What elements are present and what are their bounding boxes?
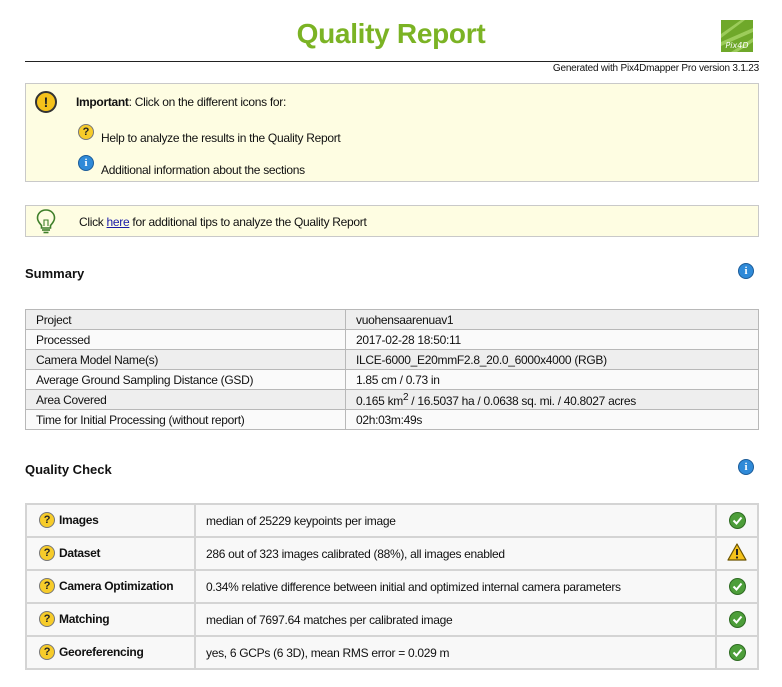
table-row: Processed 2017-02-28 18:50:11 [25,329,759,350]
table-row: Average Ground Sampling Distance (GSD) 1… [25,369,759,390]
area-km: 0.165 km [356,393,403,408]
help-line: Help to analyze the results in the Quali… [101,131,341,145]
table-row: ? Camera Optimization 0.34% relative diff… [25,569,759,604]
summary-value: vuohensaarenuav1 [345,309,759,330]
quality-text: median of 25229 keypoints per image [194,503,717,538]
table-row: Time for Initial Processing (without rep… [25,409,759,430]
summary-key: Camera Model Name(s) [25,349,346,370]
info-line: Additional information about the section… [101,163,305,177]
table-row: ? Dataset 286 out of 323 images calibrate… [25,536,759,571]
summary-table: Project vuohensaarenuav1 Processed 2017-… [25,309,759,430]
important-text: Important: Click on the different icons … [76,95,286,109]
summary-value: 1.85 cm / 0.73 in [345,369,759,390]
table-row: Project vuohensaarenuav1 [25,309,759,330]
table-row: Area Covered 0.165 km2 / 16.5037 ha / 0.… [25,389,759,410]
help-icon[interactable]: ? [39,610,55,627]
tip-prefix: Click [79,215,107,229]
quality-check-title: Quality Check [25,462,112,477]
report-title: Quality Report [296,18,486,49]
lightbulb-icon [36,209,56,237]
important-box: ! Important: Click on the different icon… [25,83,759,182]
tip-box: Click here for additional tips to analyz… [25,205,759,237]
help-icon[interactable]: ? [39,577,55,594]
help-icon[interactable]: ? [78,124,94,140]
generated-note: Generated with Pix4Dmapper Pro version 3… [552,63,759,74]
quality-info-icon[interactable]: i [738,459,754,475]
help-icon[interactable]: ? [39,544,55,561]
table-row: Camera Model Name(s) ILCE-6000_E20mmF2.8… [25,349,759,370]
quality-name: Georeferencing [59,644,144,659]
important-label: Important [76,95,129,109]
quality-name-cell: ? Matching [25,602,196,637]
ok-check-icon [728,512,746,529]
status-cell [715,503,759,538]
quality-name-cell: ? Camera Optimization [25,569,196,604]
help-icon[interactable]: ? [39,511,55,528]
tip-text: Click here for additional tips to analyz… [79,215,367,229]
table-row: ? Georeferencing yes, 6 GCPs (6 3D), mean… [25,635,759,670]
summary-key: Project [25,309,346,330]
quality-text: 0.34% relative difference between initia… [194,569,717,604]
summary-info-icon[interactable]: i [738,263,754,279]
tip-suffix: for additional tips to analyze the Quali… [129,215,367,229]
summary-key: Average Ground Sampling Distance (GSD) [25,369,346,390]
status-cell [715,602,759,637]
table-row: ? Matching median of 7697.64 matches per … [25,602,759,637]
summary-title: Summary [25,266,85,281]
status-cell [715,635,759,670]
status-cell [715,569,759,604]
quality-name: Matching [59,611,110,626]
table-row: ? Images median of 25229 keypoints per im… [25,503,759,538]
quality-text: 286 out of 323 images calibrated (88%), … [194,536,717,571]
area-rest: / 16.5037 ha / 0.0638 sq. mi. / 40.8027 … [408,393,636,408]
quality-name-cell: ? Images [25,503,196,538]
summary-key: Processed [25,329,346,350]
status-cell [715,536,759,571]
quality-name-cell: ? Dataset [25,536,196,571]
logo-text: Pix4D [725,41,748,50]
quality-name: Camera Optimization [59,578,174,593]
important-instruction: : Click on the different icons for: [128,95,287,109]
summary-value: ILCE-6000_E20mmF2.8_20.0_6000x4000 (RGB) [345,349,759,370]
info-icon[interactable]: i [78,155,94,171]
header-rule [25,61,759,62]
ok-check-icon [728,611,746,628]
important-icon[interactable]: ! [35,91,57,113]
tips-link[interactable]: here [107,215,130,229]
quality-name-cell: ? Georeferencing [25,635,196,670]
pix4d-logo: Pix4D [721,20,753,52]
summary-value: 02h:03m:49s [345,409,759,430]
ok-check-icon [728,644,746,661]
quality-text: median of 7697.64 matches per calibrated… [194,602,717,637]
summary-value: 0.165 km2 / 16.5037 ha / 0.0638 sq. mi. … [345,389,759,410]
summary-key: Area Covered [25,389,346,410]
warning-triangle-icon [727,543,747,564]
ok-check-icon [728,578,746,595]
quality-name: Images [59,512,99,527]
quality-name: Dataset [59,545,101,560]
summary-value: 2017-02-28 18:50:11 [345,329,759,350]
help-icon[interactable]: ? [39,643,55,660]
quality-text: yes, 6 GCPs (6 3D), mean RMS error = 0.0… [194,635,717,670]
summary-key: Time for Initial Processing (without rep… [25,409,346,430]
quality-check-table: ? Images median of 25229 keypoints per im… [25,503,759,670]
